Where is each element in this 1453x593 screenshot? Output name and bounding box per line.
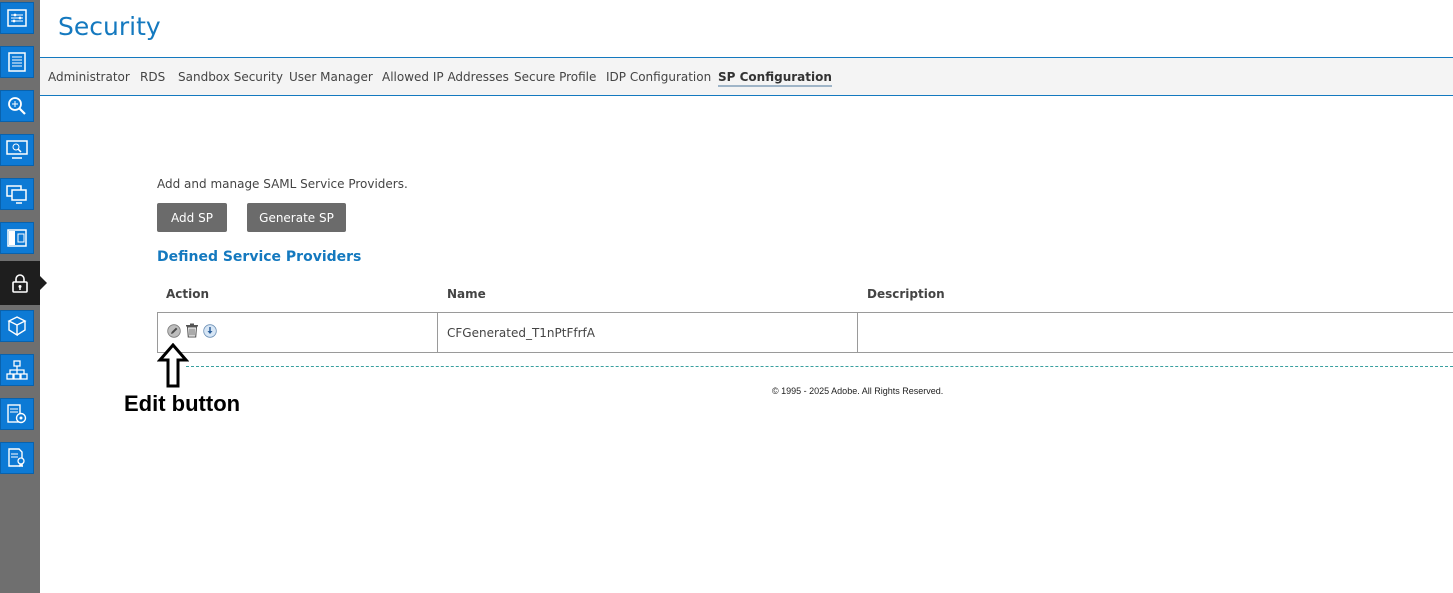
footer-divider	[186, 366, 1453, 367]
up-arrow-icon	[157, 343, 189, 388]
sidebar-item-monitors[interactable]	[0, 178, 34, 210]
footer-copyright: © 1995 - 2025 Adobe. All Rights Reserved…	[772, 386, 944, 396]
search-zoom-icon	[8, 97, 26, 115]
column-header-description: Description	[867, 287, 945, 301]
server-settings-icon	[7, 404, 27, 424]
tab-secure-profile[interactable]: Secure Profile	[514, 70, 596, 84]
lock-icon	[12, 274, 28, 293]
intro-text: Add and manage SAML Service Providers.	[157, 177, 408, 191]
download-icon	[202, 323, 217, 338]
column-header-action: Action	[166, 287, 210, 301]
generate-sp-button[interactable]: Generate SP	[247, 203, 346, 232]
sidebar-item-panels[interactable]	[0, 222, 34, 254]
left-sidebar	[0, 0, 47, 593]
network-icon	[6, 360, 28, 380]
list-icon	[8, 52, 26, 72]
delete-button[interactable]	[184, 323, 199, 338]
column-divider	[437, 313, 438, 352]
tab-user-manager[interactable]: User Manager	[289, 70, 373, 84]
packages-icon	[7, 316, 27, 336]
tab-bar: Administrator RDS Sandbox Security User …	[40, 58, 1453, 96]
edit-button[interactable]	[166, 323, 181, 338]
sidebar-item-list[interactable]	[0, 46, 34, 78]
table-row: CFGenerated_T1nPtFfrfA	[157, 312, 1453, 353]
tab-sandbox-security[interactable]: Sandbox Security	[178, 70, 283, 84]
sidebar-item-certificate[interactable]	[0, 442, 34, 474]
section-title: Defined Service Providers	[157, 249, 362, 265]
annotation-label: Edit button	[124, 391, 241, 416]
tab-idp-configuration[interactable]: IDP Configuration	[606, 70, 711, 84]
sp-name: CFGenerated_T1nPtFfrfA	[447, 326, 595, 340]
sidebar-item-search[interactable]	[0, 90, 34, 122]
active-indicator	[40, 276, 47, 290]
edit-icon	[166, 323, 181, 338]
column-divider	[857, 313, 858, 352]
multiple-monitors-icon	[6, 185, 27, 204]
sidebar-item-settings[interactable]	[0, 2, 34, 34]
settings-panel-icon	[7, 9, 27, 27]
tab-administrator[interactable]: Administrator	[48, 70, 130, 84]
sidebar-item-server-settings[interactable]	[0, 398, 34, 430]
sidebar-item-packages[interactable]	[0, 310, 34, 342]
panel-layout-icon	[7, 229, 27, 247]
column-header-name: Name	[447, 287, 486, 301]
tab-sp-configuration[interactable]: SP Configuration	[718, 70, 832, 87]
tab-rds[interactable]: RDS	[140, 70, 165, 84]
page-title: Security	[58, 12, 161, 41]
sidebar-item-network[interactable]	[0, 354, 34, 386]
sidebar-item-monitor[interactable]	[0, 134, 34, 166]
trash-icon	[185, 323, 198, 338]
certificate-icon	[8, 448, 25, 467]
tab-allowed-ip-addresses[interactable]: Allowed IP Addresses	[382, 70, 509, 84]
monitor-search-icon	[6, 140, 28, 159]
download-button[interactable]	[202, 323, 217, 338]
sidebar-item-security[interactable]	[0, 261, 40, 305]
add-sp-button[interactable]: Add SP	[157, 203, 227, 232]
